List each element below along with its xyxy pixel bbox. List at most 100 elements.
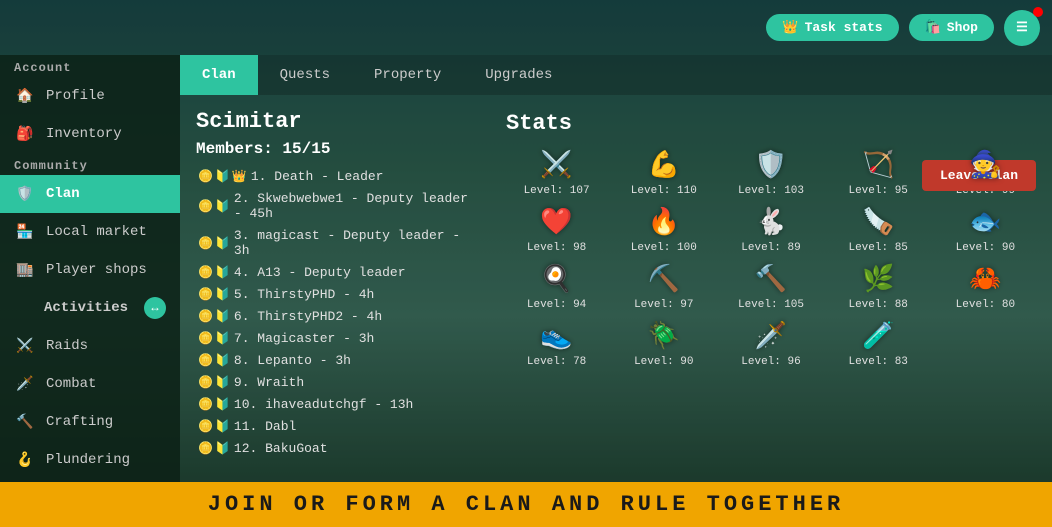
coin-icon: 🪙 — [198, 397, 213, 412]
coin-icon: 🪙 — [198, 441, 213, 456]
notification-badge — [1033, 7, 1043, 17]
stat-level: Level: 90 — [634, 356, 693, 368]
rank-icon: 🔰 — [215, 441, 230, 456]
panel-content: Leave clan Scimitar Members: 15/15 🪙 🔰 👑… — [180, 95, 1052, 482]
task-stats-label: Task stats — [805, 20, 883, 35]
community-section-label: Community — [0, 153, 180, 175]
inventory-label: Inventory — [46, 126, 122, 142]
stat-cell: ⚔️ Level: 107 — [506, 150, 607, 197]
rank-icon: 🔰 — [215, 309, 230, 324]
rank-icon: 🔰 — [215, 331, 230, 346]
member-icons: 🪙 🔰 — [198, 309, 230, 324]
member-name: 1. Death - Leader — [251, 169, 384, 184]
tabs-bar: Clan Quests Property Upgrades — [180, 55, 1052, 95]
sidebar-item-inventory[interactable]: 🎒 Inventory — [0, 115, 180, 153]
rank-icon: 🔰 — [215, 169, 230, 184]
stat-icon: ⚔️ — [540, 150, 572, 181]
coin-icon: 🪙 — [198, 236, 213, 251]
sidebar-item-local-market[interactable]: 🏪 Local market — [0, 213, 180, 251]
activities-toggle-button[interactable]: ↔ — [144, 297, 166, 319]
list-item: 🪙 🔰 4. A13 - Deputy leader — [196, 262, 474, 283]
list-item: 🪙 🔰 3. magicast - Deputy leader - 3h — [196, 225, 474, 261]
coin-icon: 🪙 — [198, 331, 213, 346]
stat-icon: 🪲 — [648, 321, 680, 352]
member-name: 10. ihaveadutchgf - 13h — [234, 397, 413, 412]
profile-icon: 🏠 — [14, 85, 36, 107]
sidebar-item-player-shops[interactable]: 🏬 Player shops — [0, 251, 180, 289]
stat-level: Level: 83 — [848, 356, 907, 368]
stat-cell: 🗡️ Level: 96 — [720, 321, 821, 368]
menu-icon: ☰ — [1016, 20, 1028, 35]
member-list-panel: Scimitar Members: 15/15 🪙 🔰 👑 1. Death -… — [180, 95, 490, 482]
member-icons: 🪙 🔰 — [198, 441, 230, 456]
crafting-label: Crafting — [46, 414, 113, 430]
sidebar-item-clan[interactable]: 🛡️ Clan — [0, 175, 180, 213]
stat-cell: 🌿 Level: 88 — [828, 264, 929, 311]
player-shops-icon: 🏬 — [14, 259, 36, 281]
stat-icon: 🧙 — [969, 150, 1001, 181]
rank-icon: 🔰 — [215, 375, 230, 390]
coin-icon: 🪙 — [198, 287, 213, 302]
member-icons: 🪙 🔰 — [198, 397, 230, 412]
activities-section: Activities ↔ — [0, 289, 180, 327]
stat-icon: 🪚 — [862, 207, 894, 238]
sidebar-item-profile[interactable]: 🏠 Profile — [0, 77, 180, 115]
stat-level: Level: 85 — [848, 242, 907, 254]
coin-icon: 🪙 — [198, 199, 213, 214]
member-name: 7. Magicaster - 3h — [234, 331, 374, 346]
stat-level: Level: 100 — [631, 242, 697, 254]
member-icons: 🪙 🔰 — [198, 287, 230, 302]
stat-level: Level: 78 — [527, 356, 586, 368]
topbar: 👑 Task stats 🛍️ Shop ☰ — [0, 0, 1052, 55]
stat-icon: 👟 — [540, 321, 572, 352]
member-icons: 🪙 🔰 — [198, 199, 230, 214]
stat-cell: 🔨 Level: 105 — [720, 264, 821, 311]
task-stats-button[interactable]: 👑 Task stats — [766, 14, 898, 41]
coin-icon: 🪙 — [198, 309, 213, 324]
members-count: Members: 15/15 — [196, 140, 480, 158]
sidebar-item-plundering[interactable]: 🪝 Plundering — [0, 441, 180, 479]
market-icon: 🏪 — [14, 221, 36, 243]
sidebar-item-raids[interactable]: ⚔️ Raids — [0, 327, 180, 365]
coin-icon: 🪙 — [198, 353, 213, 368]
stat-level: Level: 103 — [738, 185, 804, 197]
tab-quests[interactable]: Quests — [258, 55, 352, 95]
bag-icon: 🛍️ — [925, 20, 941, 35]
stat-icon: ⛏️ — [648, 264, 680, 295]
member-name: 8. Lepanto - 3h — [234, 353, 351, 368]
stat-cell: 🐇 Level: 89 — [720, 207, 821, 254]
clan-label: Clan — [46, 186, 80, 202]
banner-text: JOIN OR FORM A CLAN AND RULE TOGETHER — [208, 492, 844, 517]
main-panel: Clan Quests Property Upgrades Leave clan… — [180, 55, 1052, 482]
rank-icon: 🔰 — [215, 353, 230, 368]
stat-icon: 🍳 — [540, 264, 572, 295]
sidebar-item-woodcutting[interactable]: 🪓 Woodcutting — [0, 479, 180, 482]
rank-icon: 🔰 — [215, 419, 230, 434]
member-name: 2. Skwebwebwe1 - Deputy leader - 45h — [234, 191, 472, 221]
stats-title: Stats — [506, 111, 1036, 136]
tab-property[interactable]: Property — [352, 55, 463, 95]
stat-cell: 🏹 Level: 95 — [828, 150, 929, 197]
stat-cell: 🍳 Level: 94 — [506, 264, 607, 311]
stat-icon: 🔥 — [648, 207, 680, 238]
bottom-banner: JOIN OR FORM A CLAN AND RULE TOGETHER — [0, 482, 1052, 527]
coin-icon: 🪙 — [198, 375, 213, 390]
stat-level: Level: 89 — [741, 242, 800, 254]
list-item: 🪙 🔰 5. ThirstyPHD - 4h — [196, 284, 474, 305]
tab-clan[interactable]: Clan — [180, 55, 258, 95]
stat-cell: 🦀 Level: 80 — [935, 264, 1036, 311]
member-name: 3. magicast - Deputy leader - 3h — [234, 228, 472, 258]
raids-label: Raids — [46, 338, 88, 354]
member-name: 5. ThirstyPHD - 4h — [234, 287, 374, 302]
plundering-label: Plundering — [46, 452, 130, 468]
rank-icon: 🔰 — [215, 236, 230, 251]
sidebar-item-combat[interactable]: 🗡️ Combat — [0, 365, 180, 403]
shop-button[interactable]: 🛍️ Shop — [909, 14, 994, 41]
stat-level: Level: 94 — [527, 299, 586, 311]
stat-cell: ❤️ Level: 98 — [506, 207, 607, 254]
raids-icon: ⚔️ — [14, 335, 36, 357]
coin-icon: 🪙 — [198, 169, 213, 184]
menu-button[interactable]: ☰ — [1004, 10, 1040, 46]
tab-upgrades[interactable]: Upgrades — [463, 55, 574, 95]
sidebar-item-crafting[interactable]: 🔨 Crafting — [0, 403, 180, 441]
